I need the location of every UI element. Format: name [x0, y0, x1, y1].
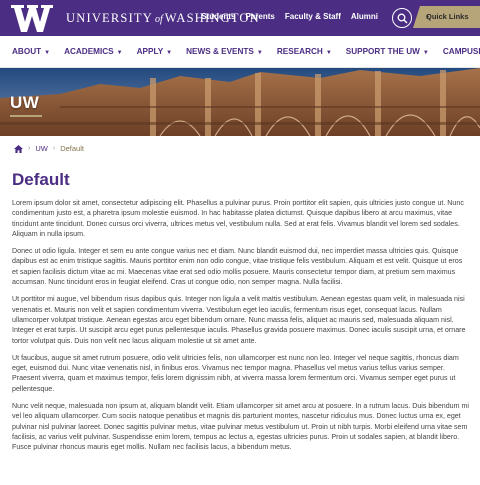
nav-item-news-events[interactable]: NEWS & EVENTS ▼	[186, 47, 263, 56]
body-paragraph: Donec ut odio ligula. Integer et sem eu …	[12, 247, 463, 287]
body-paragraph: Ut faucibus, augue sit amet rutrum posue…	[12, 353, 459, 393]
search-icon	[397, 13, 408, 24]
breadcrumb-uw[interactable]: UW	[35, 144, 48, 153]
link-alumni[interactable]: Alumni	[351, 12, 378, 21]
chevron-right-icon: ›	[426, 11, 429, 21]
body-paragraph: Ut porttitor mi augue, vel bibendum risu…	[12, 295, 466, 345]
breadcrumb-current: Default	[60, 144, 84, 153]
link-faculty-staff[interactable]: Faculty & Staff	[285, 12, 341, 21]
nav-label: APPLY	[136, 47, 164, 56]
nav-label: RESEARCH	[276, 47, 323, 56]
breadcrumb-separator: ›	[28, 145, 31, 152]
wordmark-university: UNIVERSITY	[66, 11, 153, 25]
body-paragraph: Nunc velit neque, malesuada non ipsum at…	[12, 402, 469, 452]
chevron-down-icon: ▼	[166, 50, 173, 56]
body-paragraph: Lorem ipsum dolor sit amet, consectetur …	[12, 199, 464, 238]
nav-item-apply[interactable]: APPLY ▼	[137, 47, 173, 56]
hero-building-image	[0, 68, 480, 136]
breadcrumb: › UW › Default	[14, 144, 84, 153]
page-title: Default	[12, 170, 70, 189]
nav-label: NEWS & EVENTS	[186, 47, 254, 56]
link-parents[interactable]: Parents	[246, 12, 275, 21]
audience-links: Students Parents Faculty & Staff Alumni	[201, 12, 378, 21]
nav-label: ABOUT	[12, 47, 42, 56]
nav-item-academics[interactable]: ACADEMICS ▼	[64, 47, 123, 56]
chevron-down-icon: ▼	[422, 50, 429, 56]
chevron-down-icon: ▼	[325, 50, 332, 56]
link-students[interactable]: Students	[201, 12, 235, 21]
top-header-bar: UNIVERSITY of WASHINGTON Students Parents …	[0, 0, 480, 36]
nav-item-about[interactable]: ABOUT ▼	[12, 47, 50, 56]
nav-item-campuses[interactable]: CAMPUSES▼	[443, 47, 480, 56]
home-icon[interactable]	[14, 144, 23, 153]
nav-label: ACADEMICS	[64, 47, 114, 56]
nav-item-support-uw[interactable]: SUPPORT THE UW ▼	[346, 47, 429, 56]
main-navigation: ABOUT ▼ ACADEMICS ▼ APPLY ▼ NEWS & EVENTS ▼ …	[0, 36, 480, 68]
nav-label: SUPPORT THE UW	[345, 47, 420, 56]
search-button[interactable]	[392, 8, 412, 28]
main-content: Default Lorem ipsum dolor sit amet, cons…	[12, 170, 470, 460]
quick-links-button[interactable]: Quick Links ›	[413, 6, 480, 28]
breadcrumb-separator: ›	[52, 145, 56, 152]
hero-accent-bar	[10, 115, 42, 117]
uw-w-logo[interactable]	[10, 2, 54, 34]
nav-item-research[interactable]: RESEARCH ▼	[277, 47, 332, 56]
chevron-down-icon: ▼	[116, 50, 123, 56]
nav-label: CAMPUSES	[442, 47, 480, 56]
chevron-down-icon: ▼	[256, 50, 263, 56]
wordmark-of: of	[155, 14, 163, 25]
hero-banner: UW	[0, 68, 480, 136]
hero-title: UW	[10, 93, 40, 112]
chevron-down-icon: ▼	[44, 50, 51, 56]
